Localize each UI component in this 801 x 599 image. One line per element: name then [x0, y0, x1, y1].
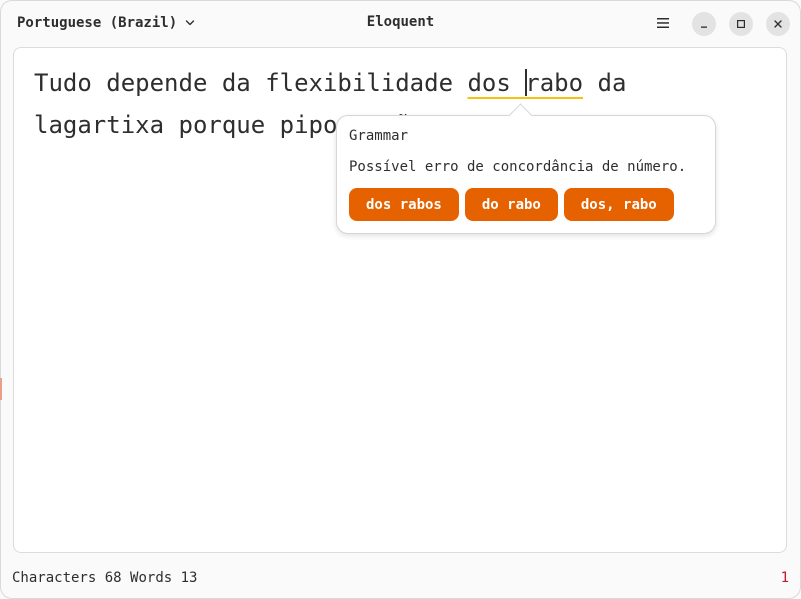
words-count: 13 [180, 570, 198, 586]
popover-message: Possível erro de concordância de número. [349, 159, 687, 175]
status-bar: Characters 68 Words 13 1 [0, 558, 801, 599]
main-menu-button[interactable] [652, 12, 674, 34]
text-line1-before: Tudo depende da flexibilidade [34, 69, 468, 97]
suggestion-button[interactable]: do rabo [464, 188, 558, 221]
close-button[interactable] [766, 12, 790, 36]
grammar-error-highlight[interactable]: dos rabo [467, 69, 583, 97]
suggestion-button[interactable]: dos rabos [349, 188, 459, 221]
error-text-part2: rabo [525, 69, 584, 97]
words-label: Words [130, 570, 173, 586]
minimize-icon [701, 26, 707, 28]
error-text-part1: dos [467, 69, 526, 97]
close-icon [774, 20, 782, 28]
maximize-icon [737, 20, 746, 29]
header-bar: Portuguese (Brazil) Eloquent [0, 0, 801, 46]
minimize-button[interactable] [692, 12, 716, 36]
characters-label: Characters [12, 570, 97, 586]
suggestion-button[interactable]: dos, rabo [563, 188, 674, 221]
maximize-button[interactable] [729, 12, 753, 36]
error-count-badge[interactable]: 1 [781, 570, 789, 586]
document-stats: Characters 68 Words 13 [12, 570, 197, 586]
app-window: Portuguese (Brazil) Eloquent Tudo depend… [0, 0, 801, 599]
characters-count: 68 [104, 570, 122, 586]
grammar-popover: Grammar Possível erro de concordância de… [336, 103, 716, 234]
popover-title: Grammar [349, 128, 409, 144]
window-title: Eloquent [366, 14, 435, 30]
suggestion-list: dos rabos do rabo dos, rabo [349, 188, 674, 221]
hamburger-menu-icon [657, 18, 669, 28]
text-line1-after: da [583, 69, 627, 97]
window-edge-marker [0, 378, 2, 400]
